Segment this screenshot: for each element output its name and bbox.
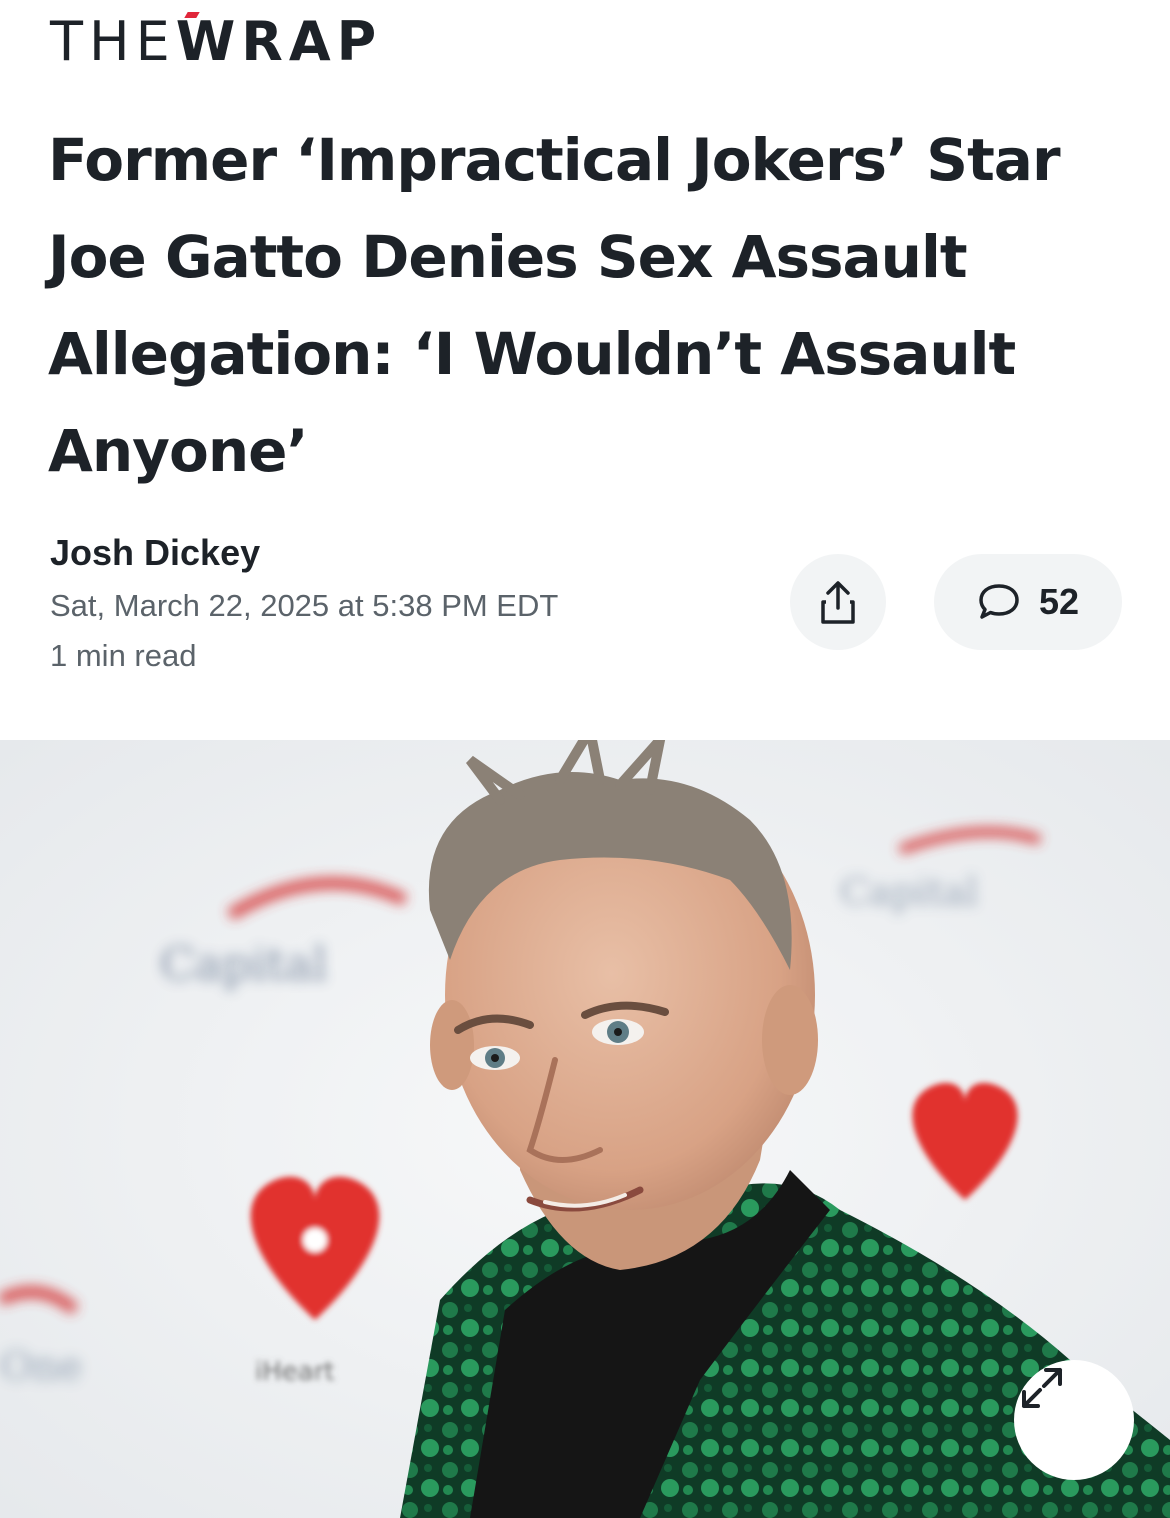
publish-date: Sat, March 22, 2025 at 5:38 PM EDT — [50, 588, 559, 623]
share-icon — [821, 581, 855, 624]
read-time: 1 min read — [50, 638, 197, 673]
expand-arrows-icon — [1022, 1368, 1062, 1408]
comment-bubble-icon — [979, 584, 1019, 619]
author-name[interactable]: Josh Dickey — [50, 532, 260, 574]
comments-count: 52 — [1038, 581, 1080, 622]
comments-button[interactable]: 52 — [934, 554, 1122, 650]
hero-photo-illustration: Capital Capital One iHeart — [0, 740, 1170, 1518]
article-headline: Former ‘Impractical Jokers’ Star Joe Gat… — [48, 126, 1061, 485]
expand-image-button[interactable] — [1014, 1360, 1134, 1480]
svg-text:One: One — [0, 1344, 82, 1390]
svg-text:iHeart: iHeart — [255, 1357, 335, 1387]
svg-text:Capital: Capital — [160, 937, 327, 991]
brand-logo-part2: WRAP — [175, 10, 383, 73]
svg-text:Capital: Capital — [840, 870, 978, 914]
brand-logo-part1: THE — [50, 10, 176, 73]
article-hero-image[interactable]: Capital Capital One iHeart — [0, 740, 1170, 1518]
brand-logo[interactable]: THE WRAP — [50, 10, 383, 73]
share-button[interactable] — [790, 554, 886, 650]
